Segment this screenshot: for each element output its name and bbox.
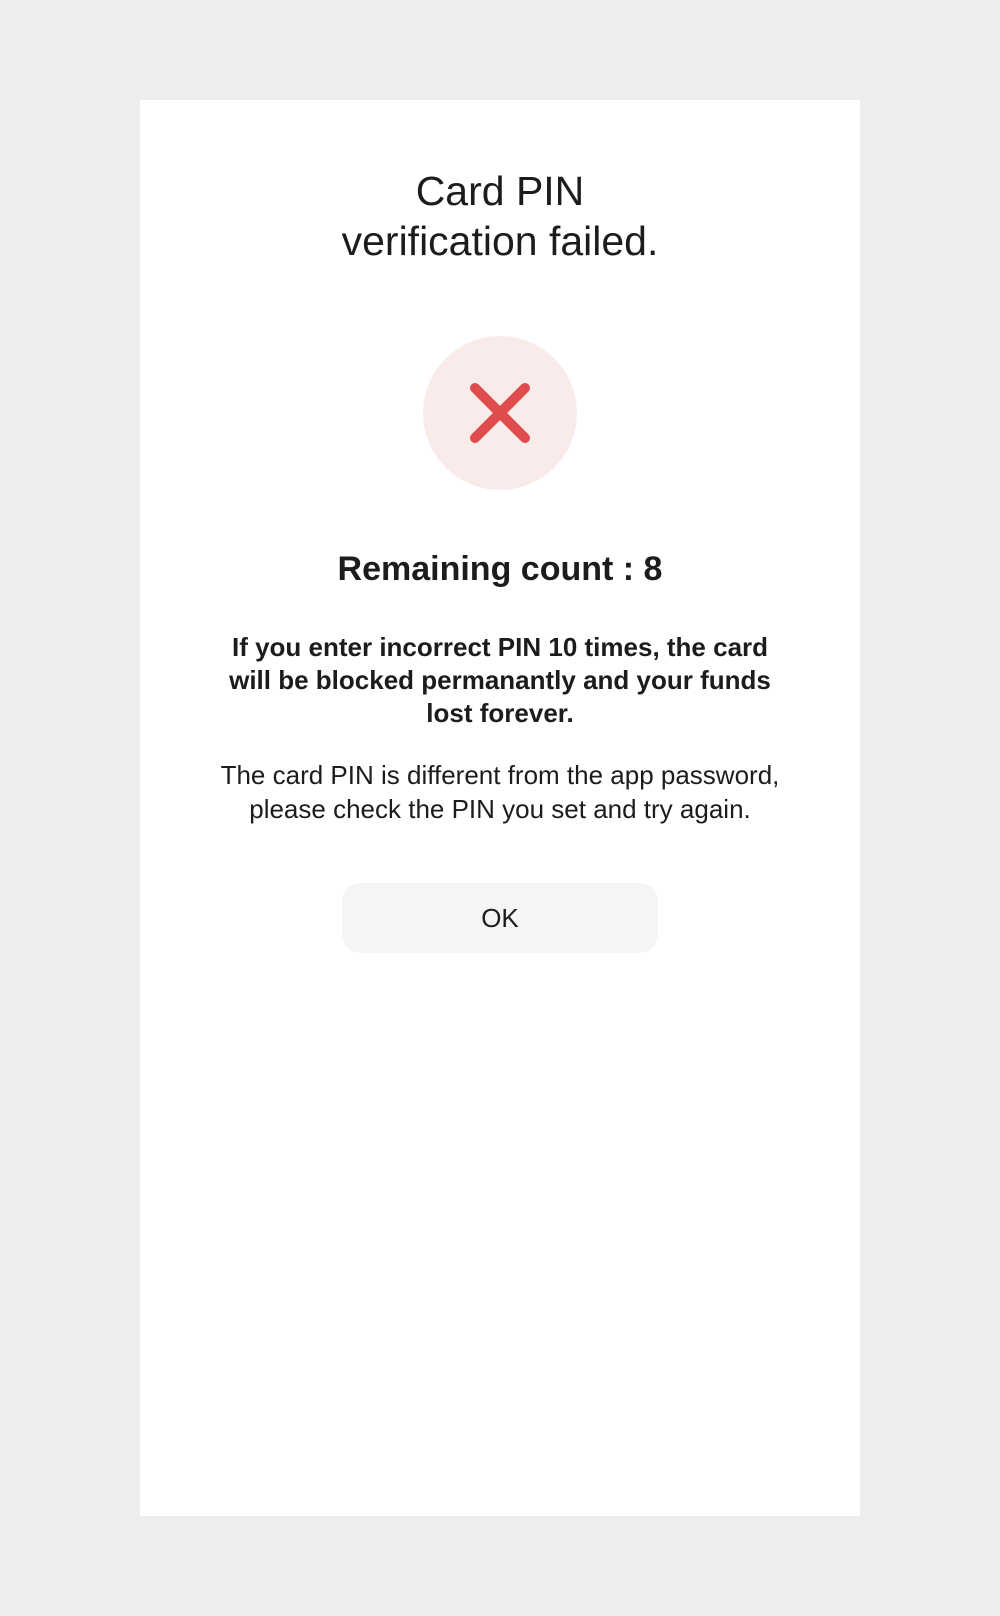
dialog-title: Card PIN verification failed. bbox=[140, 166, 860, 266]
dialog-title-line-1: Card PIN bbox=[415, 168, 585, 214]
error-status-badge bbox=[423, 336, 577, 490]
pin-failure-dialog: Card PIN verification failed. Remaining … bbox=[140, 100, 860, 1516]
pin-info-text: The card PIN is different from the app p… bbox=[220, 760, 780, 824]
ok-button[interactable]: OK bbox=[342, 883, 658, 953]
remaining-count: Remaining count : 8 bbox=[337, 550, 663, 588]
dialog-title-line-2: verification failed. bbox=[341, 218, 659, 264]
block-warning-text: If you enter incorrect PIN 10 times, the… bbox=[229, 632, 771, 728]
close-x-icon bbox=[470, 383, 530, 443]
